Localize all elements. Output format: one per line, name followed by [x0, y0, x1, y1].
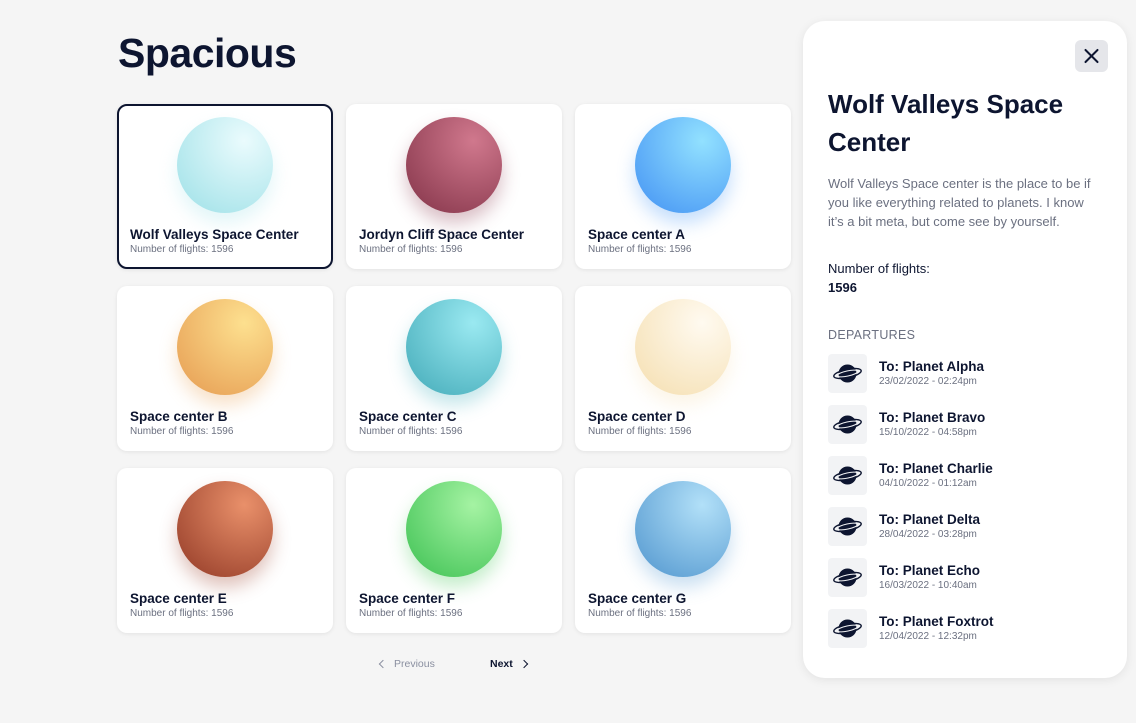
departure-destination: To: Planet Bravo	[879, 410, 986, 425]
close-icon[interactable]	[1075, 40, 1108, 72]
departure-date: 04/10/2022 - 01:12am	[879, 478, 977, 489]
rust-planet-image	[177, 481, 273, 577]
flights-label: Number of flights:	[828, 261, 930, 276]
planet-icon	[828, 507, 867, 546]
flights-value: 1596	[828, 280, 857, 295]
card-title: Wolf Valleys Space Center	[130, 227, 299, 242]
card-flights: Number of flights: 1596	[588, 608, 692, 619]
card-flights: Number of flights: 1596	[130, 608, 234, 619]
card-title: Space center G	[588, 591, 687, 606]
next-button[interactable]: Next	[490, 658, 529, 670]
green-planet-image	[406, 481, 502, 577]
departure-destination: To: Planet Foxtrot	[879, 614, 994, 629]
card-flights: Number of flights: 1596	[130, 426, 234, 437]
departure-item[interactable]: To: Planet Charlie 04/10/2022 - 01:12am	[828, 456, 1088, 507]
page-title: Spacious	[118, 30, 297, 76]
departure-destination: To: Planet Echo	[879, 563, 981, 578]
card-flights: Number of flights: 1596	[130, 244, 234, 255]
departures-header: DEPARTURES	[828, 328, 916, 342]
departures-list: To: Planet Alpha 23/02/2022 - 02:24pm To: …	[828, 354, 1088, 660]
teal-planet-image	[406, 299, 502, 395]
previous-label: Previous	[394, 658, 435, 670]
space-center-card[interactable]: Space center D Number of flights: 1596	[575, 286, 791, 451]
card-title: Space center C	[359, 409, 457, 424]
space-center-card[interactable]: Jordyn Cliff Space Center Number of fligh…	[346, 104, 562, 269]
departure-date: 23/02/2022 - 02:24pm	[879, 376, 977, 387]
cream-planet-image	[635, 299, 731, 395]
detail-panel: Wolf Valleys Space Center Wolf Valleys S…	[803, 21, 1127, 678]
icy-planet-image	[177, 117, 273, 213]
card-title: Space center B	[130, 409, 228, 424]
departure-destination: To: Planet Alpha	[879, 359, 985, 374]
orange-planet-image	[177, 299, 273, 395]
card-title: Jordyn Cliff Space Center	[359, 227, 525, 242]
departure-date: 12/04/2022 - 12:32pm	[879, 631, 977, 642]
card-title: Space center D	[588, 409, 686, 424]
blue-planet-image	[635, 117, 731, 213]
departure-destination: To: Planet Charlie	[879, 461, 993, 476]
space-center-grid: Wolf Valleys Space Center Number of fligh…	[117, 104, 791, 633]
card-flights: Number of flights: 1596	[588, 244, 692, 255]
departure-date: 28/04/2022 - 03:28pm	[879, 529, 977, 540]
departure-item[interactable]: To: Planet Alpha 23/02/2022 - 02:24pm	[828, 354, 1088, 405]
planet-icon	[828, 609, 867, 648]
departure-date: 15/10/2022 - 04:58pm	[879, 427, 977, 438]
detail-description: Wolf Valleys Space center is the place t…	[828, 176, 1091, 229]
detail-title: Wolf Valleys Space Center	[828, 89, 1064, 157]
space-center-card[interactable]: Space center E Number of flights: 1596	[117, 468, 333, 633]
chevron-left-icon	[378, 659, 388, 669]
card-title: Space center A	[588, 227, 686, 242]
space-center-card[interactable]: Space center B Number of flights: 1596	[117, 286, 333, 451]
space-center-card[interactable]: Space center F Number of flights: 1596	[346, 468, 562, 633]
departure-item[interactable]: To: Planet Echo 16/03/2022 - 10:40am	[828, 558, 1088, 609]
sky-planet-image	[635, 481, 731, 577]
departure-item[interactable]: To: Planet Foxtrot 12/04/2022 - 12:32pm	[828, 609, 1088, 660]
previous-button[interactable]: Previous	[378, 658, 435, 670]
next-label: Next	[490, 658, 513, 670]
chevron-right-icon	[519, 659, 529, 669]
space-center-card[interactable]: Space center C Number of flights: 1596	[346, 286, 562, 451]
departure-date: 16/03/2022 - 10:40am	[879, 580, 977, 591]
card-flights: Number of flights: 1596	[359, 244, 463, 255]
space-center-card[interactable]: Space center G Number of flights: 1596	[575, 468, 791, 633]
space-center-card[interactable]: Wolf Valleys Space Center Number of fligh…	[117, 104, 333, 269]
rose-planet-image	[406, 117, 502, 213]
card-title: Space center F	[359, 591, 456, 606]
planet-icon	[828, 558, 867, 597]
departure-item[interactable]: To: Planet Delta 28/04/2022 - 03:28pm	[828, 507, 1088, 558]
departure-item[interactable]: To: Planet Bravo 15/10/2022 - 04:58pm	[828, 405, 1088, 456]
card-flights: Number of flights: 1596	[359, 608, 463, 619]
planet-icon	[828, 354, 867, 393]
planet-icon	[828, 456, 867, 495]
card-flights: Number of flights: 1596	[359, 426, 463, 437]
card-flights: Number of flights: 1596	[588, 426, 692, 437]
card-title: Space center E	[130, 591, 227, 606]
departure-destination: To: Planet Delta	[879, 512, 981, 527]
planet-icon	[828, 405, 867, 444]
space-center-card[interactable]: Space center A Number of flights: 1596	[575, 104, 791, 269]
